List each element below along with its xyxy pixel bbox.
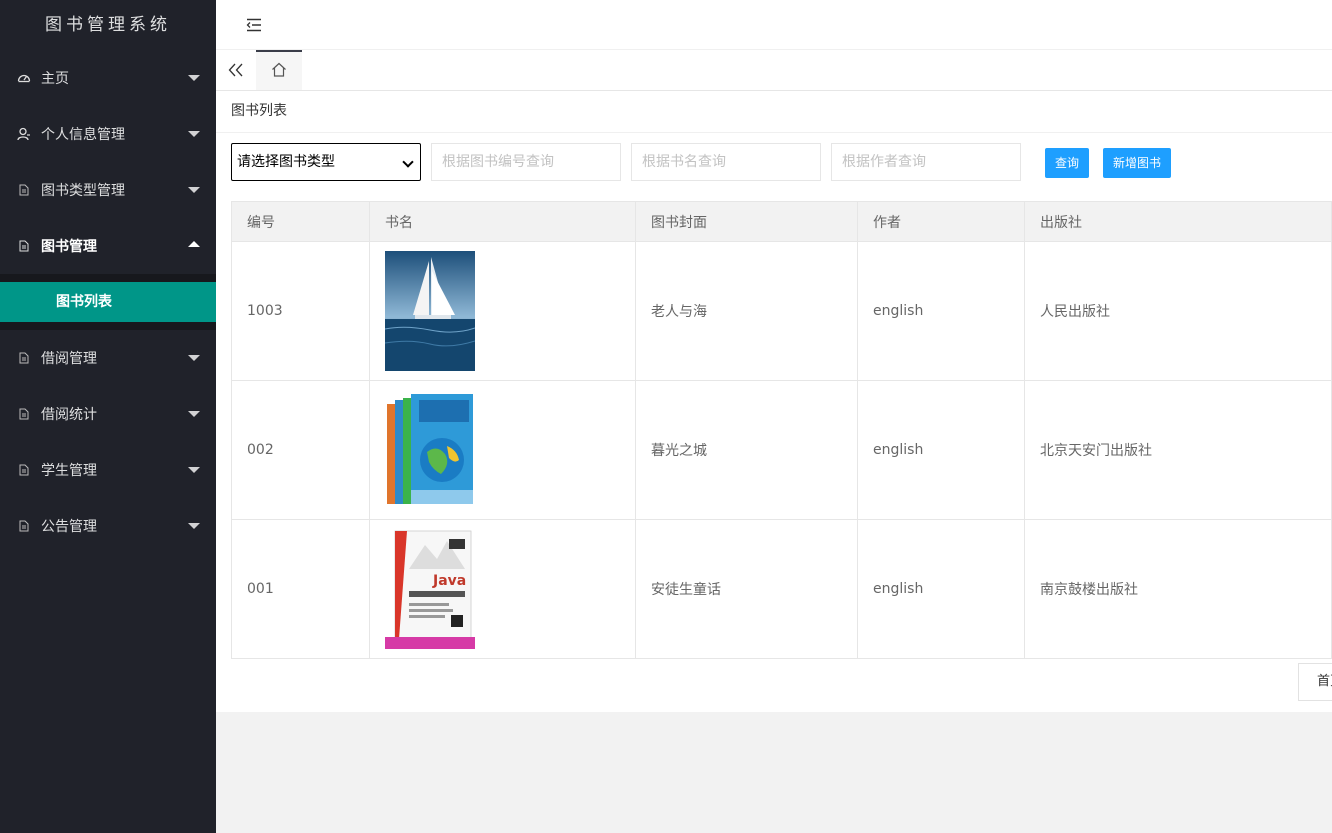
top-header <box>216 0 1332 50</box>
chevron-down-icon <box>402 156 414 168</box>
table-header-row: 编号 书名 图书封面 作者 出版社 <box>231 201 1332 242</box>
card-title: 图书列表 <box>216 91 1332 133</box>
cell-id: 001 <box>231 519 370 659</box>
svg-text:Java: Java <box>432 573 466 589</box>
sailboat-cover-image <box>385 251 475 371</box>
file-icon <box>16 462 32 478</box>
sidebar-item-book-types[interactable]: 图书类型管理 <box>0 162 216 218</box>
user-icon <box>16 126 32 142</box>
sidebar-item-label: 图书管理 <box>41 239 97 255</box>
sidebar: 图书管理系统 主页 个人信息管理 图书类型管理 图书管理 图书列表 借阅管理 借… <box>0 0 216 833</box>
cell-publisher: 南京鼓楼出版社 <box>1024 519 1332 659</box>
sidebar-item-label: 图书类型管理 <box>41 183 125 199</box>
book-type-select-value: 请选择图书类型 <box>237 154 335 170</box>
book-type-select[interactable]: 请选择图书类型 <box>231 143 421 181</box>
column-header[interactable]: 作者 <box>857 201 1025 242</box>
chevron-down-icon <box>188 75 200 81</box>
main-card: 图书列表 请选择图书类型 根据图书编号查询 根据书名查询 根据作者查询 查询 新… <box>216 91 1332 712</box>
book-table: 编号 书名 图书封面 作者 出版社 1003 老人与海 english 人民出版… <box>231 201 1332 659</box>
column-header[interactable]: 图书封面 <box>635 201 858 242</box>
file-icon <box>16 406 32 422</box>
dashboard-icon <box>16 70 32 86</box>
sidebar-item-home[interactable]: 主页 <box>0 50 216 106</box>
cell-author: english <box>857 380 1025 520</box>
column-header[interactable]: 编号 <box>231 201 370 242</box>
chevron-up-icon <box>188 241 200 247</box>
menu-fold-icon[interactable] <box>246 18 262 32</box>
cell-id: 1003 <box>231 241 370 381</box>
table-row[interactable]: 001 Java 安徒生童话 english 南京鼓楼出版社 <box>231 519 1332 659</box>
tabs-bar <box>216 50 1332 91</box>
chevron-down-icon <box>188 355 200 361</box>
book-name-input[interactable]: 根据书名查询 <box>631 143 821 181</box>
sidebar-item-borrow-stats[interactable]: 借阅统计 <box>0 386 216 442</box>
author-input[interactable]: 根据作者查询 <box>831 143 1021 181</box>
sidebar-item-label: 借阅统计 <box>41 407 97 423</box>
sidebar-item-label: 主页 <box>41 71 69 87</box>
sidebar-item-books[interactable]: 图书管理 <box>0 218 216 274</box>
cell-cover <box>369 241 636 381</box>
sidebar-item-label: 公告管理 <box>41 519 97 535</box>
sidebar-item-label: 学生管理 <box>41 463 97 479</box>
app-logo: 图书管理系统 <box>45 15 171 35</box>
search-bar: 请选择图书类型 根据图书编号查询 根据书名查询 根据作者查询 查询 新增图书 <box>231 143 1332 181</box>
cell-author: english <box>857 241 1025 381</box>
cell-author: english <box>857 519 1025 659</box>
add-book-button[interactable]: 新增图书 <box>1103 148 1172 178</box>
double-chevron-left-icon[interactable] <box>216 50 256 90</box>
chevron-down-icon <box>188 523 200 529</box>
table-row[interactable]: 1003 老人与海 english 人民出版社 <box>231 241 1332 381</box>
pager-first-button[interactable]: 首页 <box>1298 663 1332 701</box>
query-button[interactable]: 查询 <box>1045 148 1090 178</box>
home-icon <box>271 62 287 81</box>
sidebar-subitem-book-list[interactable]: 图书列表 <box>0 282 216 322</box>
java-book-cover-image: Java <box>385 529 475 649</box>
chevron-down-icon <box>188 411 200 417</box>
sidebar-item-profile[interactable]: 个人信息管理 <box>0 106 216 162</box>
table-row[interactable]: 002 暮光之城 english 北京天安门出版社 <box>231 380 1332 520</box>
sidebar-item-borrow[interactable]: 借阅管理 <box>0 330 216 386</box>
book-number-input[interactable]: 根据图书编号查询 <box>431 143 621 181</box>
cell-id: 002 <box>231 380 370 520</box>
cell-publisher: 北京天安门出版社 <box>1024 380 1332 520</box>
chevron-down-icon <box>188 187 200 193</box>
tab-home[interactable] <box>256 50 302 90</box>
cell-title: 安徒生童话 <box>635 519 858 659</box>
sidebar-submenu: 图书列表 <box>0 274 216 330</box>
sidebar-item-label: 个人信息管理 <box>41 127 125 143</box>
chevron-down-icon <box>188 467 200 473</box>
file-icon <box>16 238 32 254</box>
file-icon <box>16 182 32 198</box>
cell-cover <box>369 380 636 520</box>
globe-books-cover-image <box>385 390 475 510</box>
file-icon <box>16 350 32 366</box>
sidebar-item-students[interactable]: 学生管理 <box>0 442 216 498</box>
sidebar-item-label: 借阅管理 <box>41 351 97 367</box>
sidebar-item-notices[interactable]: 公告管理 <box>0 498 216 554</box>
cell-title: 暮光之城 <box>635 380 858 520</box>
cell-publisher: 人民出版社 <box>1024 241 1332 381</box>
column-header[interactable]: 出版社 <box>1024 201 1332 242</box>
chevron-down-icon <box>188 131 200 137</box>
file-icon <box>16 518 32 534</box>
cell-cover: Java <box>369 519 636 659</box>
cell-title: 老人与海 <box>635 241 858 381</box>
column-header[interactable]: 书名 <box>369 201 636 242</box>
